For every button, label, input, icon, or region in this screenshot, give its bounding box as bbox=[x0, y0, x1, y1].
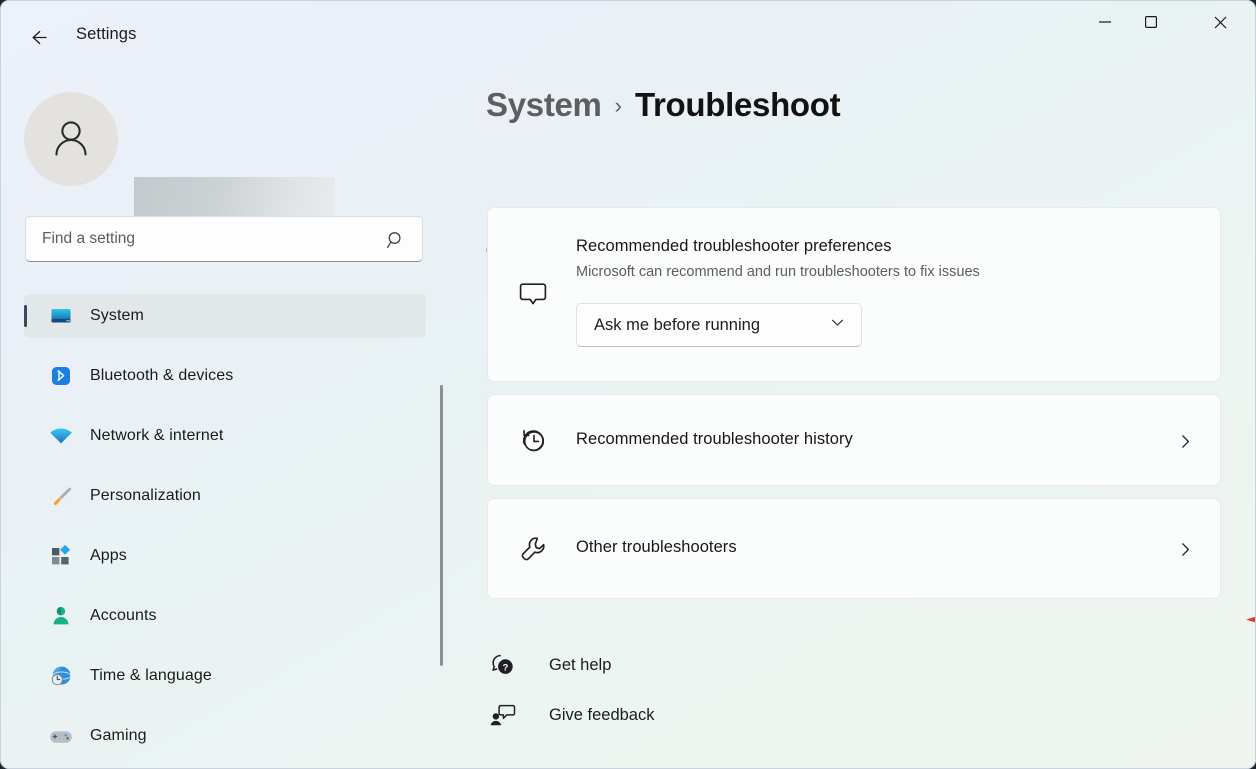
gamepad-icon bbox=[48, 723, 74, 749]
breadcrumb-parent-link[interactable]: System bbox=[486, 86, 602, 124]
settings-window: Settings Find a setting System Bluetooth… bbox=[0, 0, 1256, 769]
close-icon bbox=[1214, 16, 1226, 28]
sidebar-item-system[interactable]: System bbox=[24, 294, 426, 338]
card-title: Recommended troubleshooter preferences bbox=[576, 237, 892, 255]
give-feedback-link[interactable]: Give feedback bbox=[487, 700, 654, 730]
sidebar-item-apps[interactable]: Apps bbox=[24, 534, 426, 578]
back-button[interactable] bbox=[18, 18, 56, 56]
card-title: Recommended troubleshooter history bbox=[576, 430, 853, 448]
title-bar: Settings bbox=[0, 0, 1256, 72]
app-title: Settings bbox=[76, 25, 137, 43]
sidebar: Find a setting System Bluetooth & device… bbox=[0, 72, 456, 769]
breadcrumb: System › Troubleshoot bbox=[486, 86, 841, 124]
sidebar-item-network-internet[interactable]: Network & internet bbox=[24, 414, 426, 458]
minimize-icon bbox=[1099, 21, 1111, 23]
card-title: Other troubleshooters bbox=[576, 538, 737, 556]
sidebar-item-label: Gaming bbox=[90, 727, 147, 744]
maximize-button[interactable] bbox=[1128, 0, 1174, 44]
card-other-troubleshooters[interactable]: Other troubleshooters bbox=[487, 498, 1221, 599]
footer-link-label: Give feedback bbox=[549, 705, 655, 724]
wifi-icon bbox=[48, 423, 74, 449]
sidebar-item-time-language[interactable]: Time & language bbox=[24, 654, 426, 698]
sidebar-item-label: Apps bbox=[90, 547, 127, 564]
navigation-list: System Bluetooth & devices Network & int… bbox=[0, 294, 456, 769]
sidebar-item-gaming[interactable]: Gaming bbox=[24, 714, 426, 758]
sidebar-item-label: Accounts bbox=[90, 607, 157, 624]
sidebar-item-label: Time & language bbox=[90, 667, 212, 684]
chevron-right-icon[interactable] bbox=[1177, 433, 1194, 450]
speech-bubble-icon bbox=[516, 277, 550, 311]
sidebar-item-label: Bluetooth & devices bbox=[90, 367, 234, 384]
chevron-right-icon: › bbox=[614, 93, 622, 118]
bluetooth-icon bbox=[48, 363, 74, 389]
page-title: Troubleshoot bbox=[634, 86, 841, 123]
sidebar-scrollbar[interactable] bbox=[440, 385, 443, 666]
close-button[interactable] bbox=[1197, 0, 1243, 44]
search-placeholder: Find a setting bbox=[42, 230, 136, 247]
back-arrow-icon bbox=[32, 30, 47, 44]
card-recommended-troubleshooter-preferences: Recommended troubleshooter preferences M… bbox=[487, 207, 1221, 382]
sidebar-item-bluetooth-devices[interactable]: Bluetooth & devices bbox=[24, 354, 426, 398]
sidebar-item-label: System bbox=[90, 307, 144, 324]
main-content: System › Troubleshoot Options Recommende… bbox=[456, 72, 1256, 769]
footer-link-label: Get help bbox=[549, 655, 612, 674]
person-icon bbox=[48, 603, 74, 629]
sidebar-item-accounts[interactable]: Accounts bbox=[24, 594, 426, 638]
search-input[interactable]: Find a setting bbox=[25, 216, 423, 262]
help-question-icon: ? bbox=[487, 650, 517, 680]
chevron-down-icon bbox=[830, 315, 845, 335]
troubleshooter-preference-dropdown[interactable]: Ask me before running bbox=[576, 303, 862, 347]
selection-indicator bbox=[24, 305, 27, 327]
chevron-right-icon[interactable] bbox=[1177, 541, 1194, 558]
feedback-person-icon bbox=[487, 700, 517, 730]
avatar[interactable] bbox=[24, 92, 118, 186]
sidebar-item-label: Personalization bbox=[90, 487, 201, 504]
sidebar-item-label: Network & internet bbox=[90, 427, 224, 444]
wrench-icon bbox=[516, 532, 550, 566]
sidebar-item-personalization[interactable]: Personalization bbox=[24, 474, 426, 518]
dropdown-selected-value: Ask me before running bbox=[594, 315, 761, 334]
card-subtitle: Microsoft can recommend and run troubles… bbox=[576, 264, 980, 280]
paintbrush-icon bbox=[48, 483, 74, 509]
history-clock-icon bbox=[516, 424, 550, 458]
maximize-icon bbox=[1145, 16, 1158, 29]
monitor-icon bbox=[48, 303, 74, 329]
get-help-link[interactable]: ? Get help bbox=[487, 650, 611, 680]
minimize-button[interactable] bbox=[1082, 0, 1128, 44]
svg-text:?: ? bbox=[502, 662, 508, 673]
clock-globe-icon bbox=[48, 663, 74, 689]
search-icon[interactable] bbox=[386, 230, 406, 255]
apps-grid-icon bbox=[48, 543, 74, 569]
card-recommended-troubleshooter-history[interactable]: Recommended troubleshooter history bbox=[487, 394, 1221, 486]
person-avatar-icon bbox=[55, 121, 87, 156]
annotation-arrow-icon bbox=[1242, 602, 1256, 643]
